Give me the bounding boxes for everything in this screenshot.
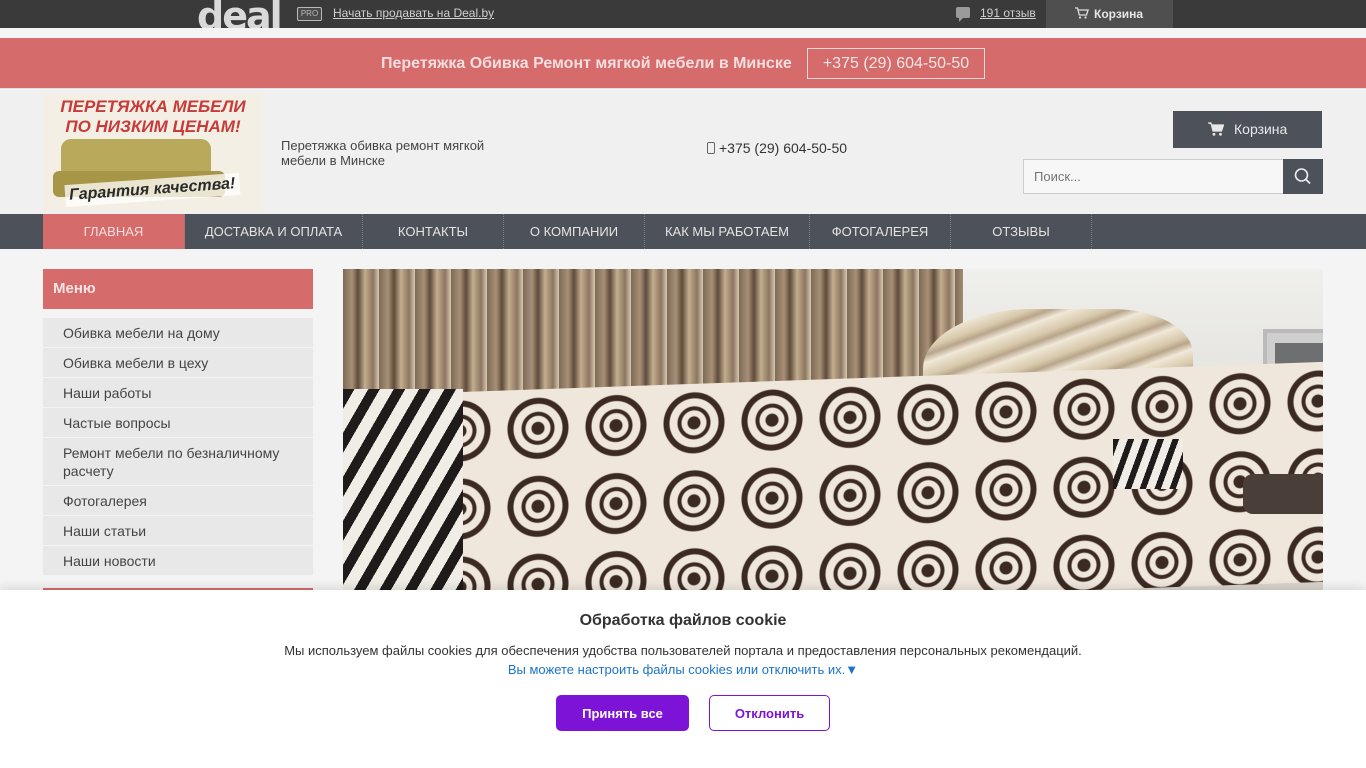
header-cart-label: Корзина	[1234, 121, 1288, 137]
sidebar-item-gallery[interactable]: Фотогалерея	[43, 486, 313, 516]
speech-bubble-icon	[956, 7, 970, 22]
sidebar-item-cashless-repair[interactable]: Ремонт мебели по безналичному расчету	[43, 438, 313, 486]
nav-item-how-we-work[interactable]: КАК МЫ РАБОТАЕМ	[645, 214, 810, 249]
sidebar-item-articles[interactable]: Наши статьи	[43, 516, 313, 546]
header-cart-button[interactable]: Корзина	[1173, 111, 1322, 148]
sidebar-item-faq[interactable]: Частые вопросы	[43, 408, 313, 438]
company-logo[interactable]: ПЕРЕТЯЖКА МЕБЕЛИ ПО НИЗКИМ ЦЕНАМ! Гарант…	[43, 93, 263, 211]
decline-button[interactable]: Отклонить	[709, 695, 830, 731]
accept-all-button[interactable]: Принять все	[556, 695, 689, 731]
sidebar-menu: Обивка мебели на дому Обивка мебели в це…	[43, 318, 313, 576]
search-button[interactable]	[1283, 159, 1323, 194]
sidebar-item-home-upholstery[interactable]: Обивка мебели на дому	[43, 318, 313, 348]
nav-item-delivery[interactable]: ДОСТАВКА И ОПЛАТА	[185, 214, 363, 249]
portal-cart-label: Корзина	[1094, 7, 1144, 21]
search-input[interactable]	[1023, 159, 1284, 194]
cookie-settings-link[interactable]: Вы можете настроить файлы cookies или от…	[0, 662, 1366, 677]
portal-top-bar: deal PRO Начать продавать на Deal.by 191…	[0, 0, 1366, 28]
deal-logo[interactable]: deal	[197, 0, 289, 28]
main-navigation: ГЛАВНАЯ ДОСТАВКА И ОПЛАТА КОНТАКТЫ О КОМ…	[0, 214, 1366, 249]
main-sofa-photo	[343, 269, 1323, 599]
site-banner: Перетяжка Обивка Ремонт мягкой мебели в …	[0, 38, 1366, 89]
sidebar-menu-heading: Меню	[43, 269, 313, 309]
cart-icon	[1075, 7, 1089, 19]
cookie-text: Мы используем файлы cookies для обеспече…	[284, 643, 1082, 658]
portal-cart-button[interactable]: Корзина	[1046, 0, 1173, 28]
site-header: ПЕРЕТЯЖКА МЕБЕЛИ ПО НИЗКИМ ЦЕНАМ! Гарант…	[0, 90, 1366, 214]
nav-item-about[interactable]: О КОМПАНИИ	[504, 214, 645, 249]
nav-item-gallery[interactable]: ФОТОГАЛЕРЕЯ	[810, 214, 951, 249]
sidebar-item-workshop-upholstery[interactable]: Обивка мебели в цеху	[43, 348, 313, 378]
sidebar-item-news[interactable]: Наши новости	[43, 546, 313, 576]
banner-phone-button[interactable]: +375 (29) 604-50-50	[807, 48, 985, 79]
cart-icon	[1208, 122, 1224, 136]
nav-item-contacts[interactable]: КОНТАКТЫ	[363, 214, 504, 249]
cookie-title: Обработка файлов cookie	[579, 612, 787, 629]
logo-text: ПЕРЕТЯЖКА МЕБЕЛИ ПО НИЗКИМ ЦЕНАМ!	[60, 97, 246, 136]
cookie-consent-panel: Обработка файлов cookie Мы используем фа…	[0, 590, 1366, 768]
sidebar-item-our-works[interactable]: Наши работы	[43, 378, 313, 408]
header-phone[interactable]: +375 (29) 604-50-50	[707, 140, 847, 156]
mobile-phone-icon	[707, 142, 715, 154]
reviews-link[interactable]: 191 отзыв	[980, 6, 1036, 20]
pro-badge: PRO	[297, 7, 322, 21]
nav-item-home[interactable]: ГЛАВНАЯ	[43, 214, 185, 249]
search-icon	[1294, 168, 1311, 185]
banner-title: Перетяжка Обивка Ремонт мягкой мебели в …	[381, 55, 792, 72]
nav-item-reviews[interactable]: ОТЗЫВЫ	[951, 214, 1092, 249]
start-selling-link[interactable]: Начать продавать на Deal.by	[333, 6, 494, 20]
site-description: Перетяжка обивка ремонт мягкой мебели в …	[281, 138, 485, 168]
